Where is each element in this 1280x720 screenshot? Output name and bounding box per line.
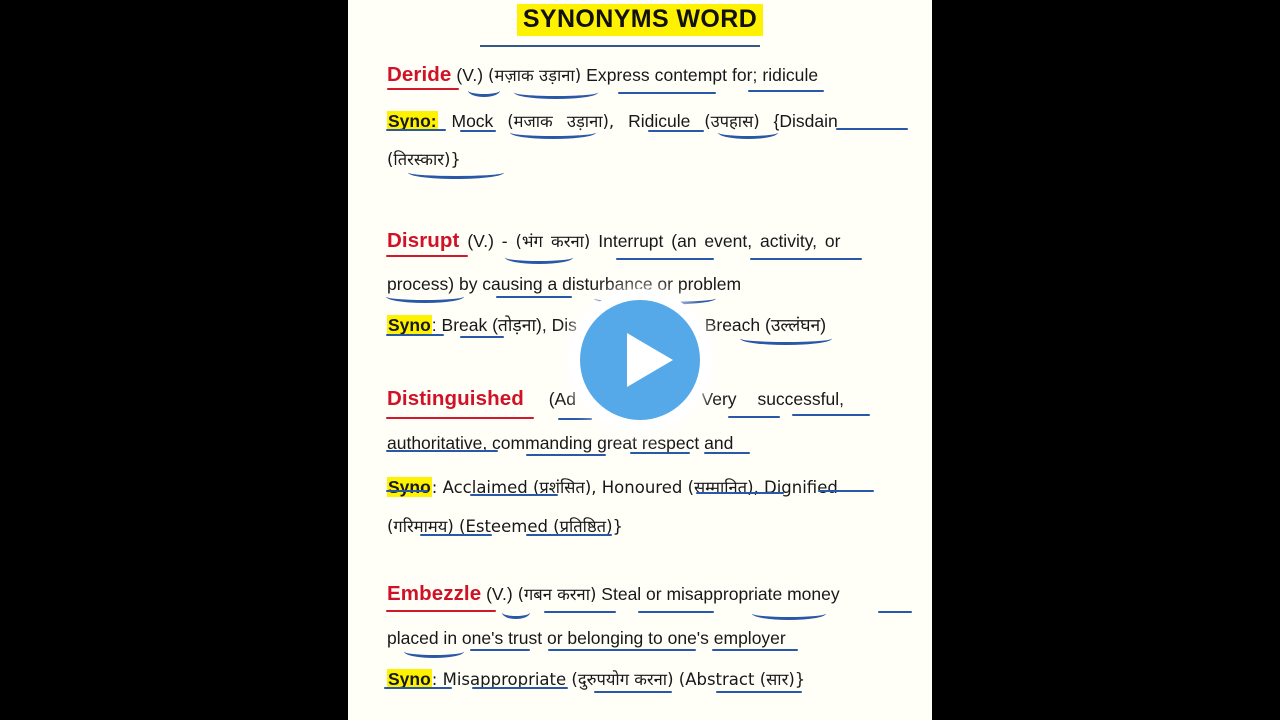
underline-headword-disrupt <box>386 255 468 257</box>
definition-deride: Express contempt for; ridicule <box>586 65 819 85</box>
underline-syno-distinguished-c <box>696 492 784 494</box>
underline-def-embezzle-b <box>752 607 826 620</box>
syno-deride-term-2: Ridicule <box>628 110 691 131</box>
underline-def-disrupt-c <box>386 290 464 303</box>
underline-syno-distinguished-e <box>420 534 492 536</box>
underline-hindi-embezzle <box>544 611 616 613</box>
syno-label-deride: Syno: <box>387 110 438 131</box>
title-underline <box>480 45 760 47</box>
underline-def-distinguished-e <box>630 452 690 454</box>
entry-embezzle-headline: Embezzle (V.) (गबन करना) Steal or misapp… <box>348 581 932 608</box>
underline-def-distinguished-c <box>386 450 498 452</box>
underline-def-embezzle-f <box>548 649 696 651</box>
underline-syno-distinguished-d <box>818 490 874 492</box>
pos-deride: (V.) <box>456 65 484 85</box>
underline-syno-deride-6 <box>408 166 504 179</box>
syno-deride-term-1: Mock <box>451 110 494 131</box>
pos-embezzle: (V.) <box>486 584 513 604</box>
underline-syno-disrupt-c <box>740 332 832 345</box>
page-title: SYNONYMS WORD <box>516 4 764 36</box>
entry-distinguished-syno-line-1: Syno: Acclaimed (प्रशंसित), Honoured (सम… <box>348 476 932 499</box>
definition-distinguished-b: successful, <box>757 389 844 409</box>
entry-deride: Deride (V.) (मज़ाक उड़ाना) Express conte… <box>348 62 932 179</box>
underline-syno-disrupt-b <box>460 336 504 338</box>
definition-embezzle-line-1: Steal or misappropriate money <box>601 584 840 604</box>
underline-syno-deride-5 <box>836 128 908 130</box>
hindi-disrupt: (भंग करना) <box>515 232 591 251</box>
underline-def-embezzle-e <box>470 649 530 651</box>
underline-def-embezzle-g <box>712 649 798 651</box>
underline-headword-embezzle <box>386 610 496 612</box>
underline-headword-deride <box>387 88 459 90</box>
underline-syno-distinguished-f <box>526 534 612 536</box>
play-button-circle[interactable] <box>580 300 700 420</box>
entry-deride-headline: Deride (V.) (मज़ाक उड़ाना) Express conte… <box>348 62 932 89</box>
underline-syno-distinguished-b <box>470 494 558 496</box>
underline-syno-embezzle-a <box>384 687 452 689</box>
underline-pos-distinguished <box>558 418 592 420</box>
underline-syno-label-deride <box>386 129 446 131</box>
underline-hindi-deride <box>514 86 598 99</box>
underline-def-embezzle-d <box>404 645 464 658</box>
play-button[interactable] <box>569 289 711 431</box>
underline-def-disrupt-b <box>750 258 862 260</box>
underline-syno-deride-2 <box>510 126 596 139</box>
underline-def-embezzle-c <box>878 611 912 613</box>
underline-pos-embezzle <box>502 606 530 619</box>
headword-deride: Deride <box>387 63 452 86</box>
underline-syno-disrupt-a <box>386 334 444 336</box>
underline-headword-distinguished <box>386 417 534 419</box>
underline-def-deride-b <box>748 90 824 92</box>
underline-syno-embezzle-c <box>594 691 672 693</box>
pos-disrupt: (V.) - <box>467 231 508 251</box>
syno-label-disrupt: Syno <box>387 315 432 336</box>
syno-deride-term-3: {Disdain <box>773 110 838 131</box>
letterbox-bar-right <box>932 0 1280 720</box>
underline-def-disrupt-d <box>496 296 572 298</box>
entry-embezzle: Embezzle (V.) (गबन करना) Steal or misapp… <box>348 581 932 693</box>
hindi-embezzle: (गबन करना) <box>517 585 597 604</box>
video-frame: SYNONYMS WORD Deride (V.) (मज़ाक उड़ाना)… <box>0 0 1280 720</box>
underline-syno-embezzle-d <box>716 691 802 693</box>
play-icon <box>627 333 673 387</box>
underline-def-distinguished-f <box>704 452 750 454</box>
definition-disrupt-line-1: Interrupt (an event, activity, or <box>598 231 841 251</box>
underline-syno-distinguished-a <box>386 490 428 492</box>
underline-pos-deride <box>468 84 500 97</box>
headword-embezzle: Embezzle <box>387 582 482 605</box>
syno-label-distinguished: Syno <box>387 477 432 498</box>
headword-distinguished: Distinguished <box>387 387 524 410</box>
underline-syno-deride-3 <box>648 130 704 132</box>
headword-disrupt: Disrupt <box>387 229 460 252</box>
underline-def-distinguished-b <box>792 414 870 416</box>
pos-distinguished-start: (Ad <box>548 389 576 409</box>
underline-def-distinguished-a <box>728 416 780 418</box>
underline-syno-deride-4 <box>718 126 778 139</box>
underline-syno-deride-1 <box>460 130 496 132</box>
letterbox-bar-left <box>0 0 348 720</box>
hindi-deride: (मज़ाक उड़ाना) <box>488 66 582 85</box>
underline-syno-embezzle-b <box>472 687 568 689</box>
definition-distinguished-a: Very <box>701 389 737 409</box>
underline-def-deride-a <box>618 92 716 94</box>
underline-def-embezzle-a <box>638 611 714 613</box>
entry-disrupt-headline: Disrupt (V.) - (भंग करना) Interrupt (an … <box>348 228 932 255</box>
page-title-wrap: SYNONYMS WORD <box>348 4 932 36</box>
syno-disrupt-start: : Break (तोड़ना), Dis <box>431 315 577 336</box>
underline-def-disrupt-a <box>616 258 714 260</box>
underline-hindi-disrupt <box>505 251 573 264</box>
underline-def-distinguished-d <box>526 454 606 456</box>
